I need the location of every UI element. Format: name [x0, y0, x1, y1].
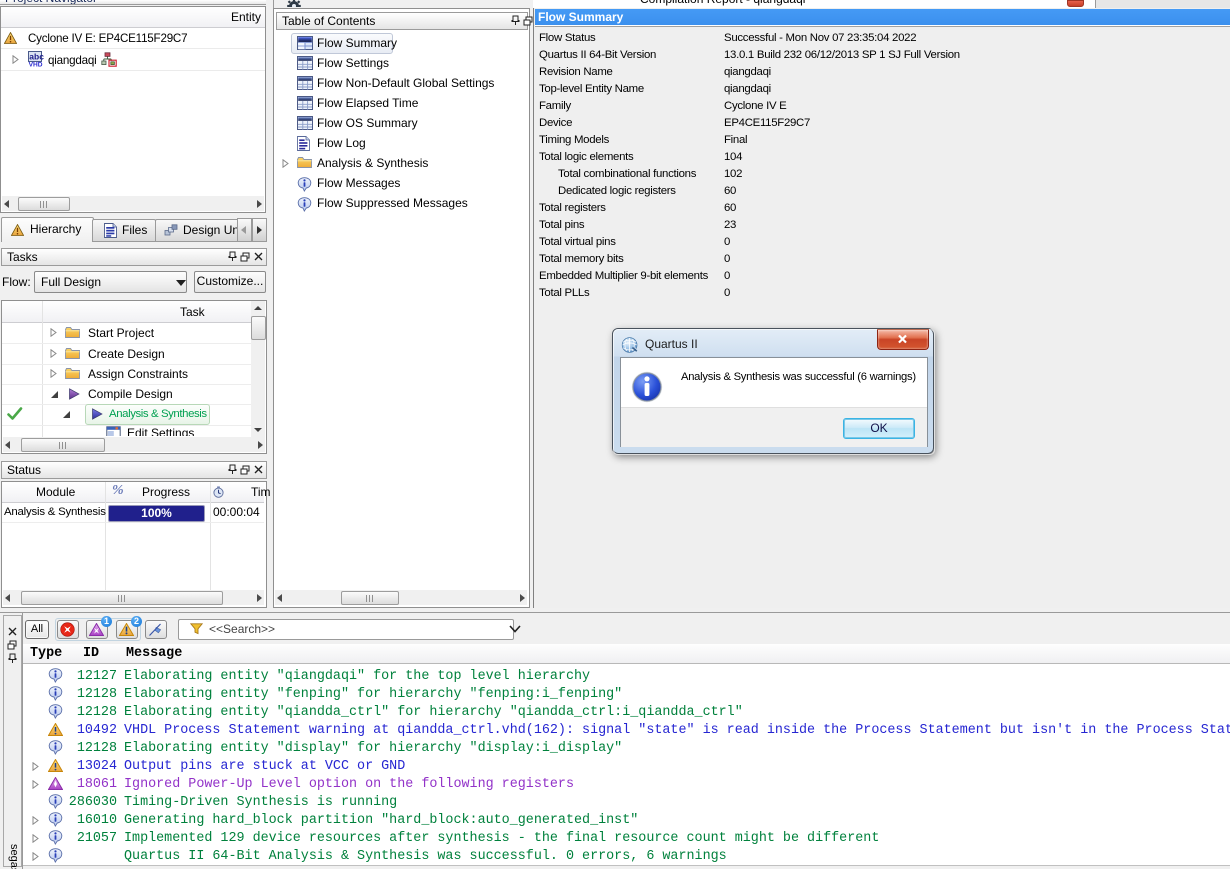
svg-text:abc: abc [29, 52, 44, 62]
svg-text:VHD: VHD [29, 62, 43, 67]
